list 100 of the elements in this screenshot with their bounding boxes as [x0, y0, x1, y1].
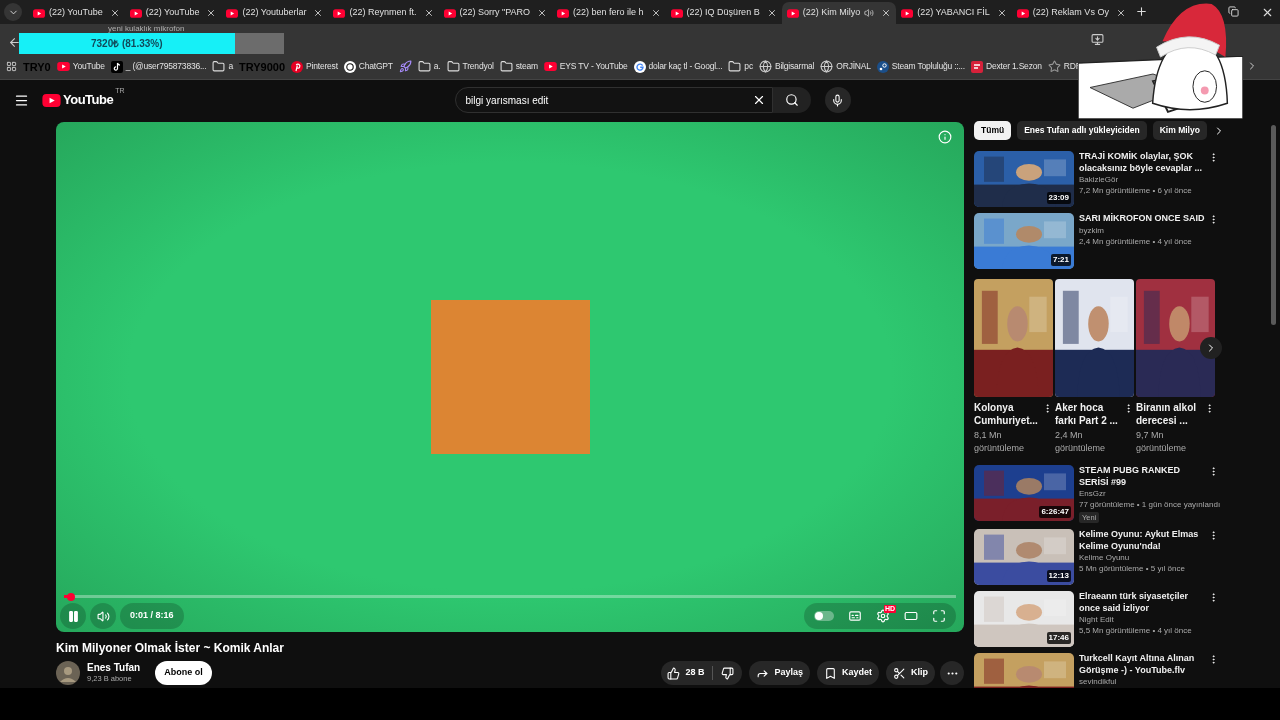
note-logo-icon — [110, 60, 123, 73]
restore-icon[interactable] — [1228, 6, 1239, 17]
browser-tab[interactable]: (22) Sorry "PARO — [438, 2, 553, 24]
save-button[interactable]: Kaydet — [817, 661, 879, 685]
goal-label: yeni kulaklık mikrofon — [108, 24, 185, 33]
bookmark[interactable]: ORJİNAL — [820, 60, 871, 73]
tab-title: (22) YouTube — [145, 6, 200, 20]
bookmark[interactable]: EYS TV - YouTube — [543, 60, 628, 73]
filter-chip[interactable]: Tümü — [974, 121, 1012, 140]
close-icon[interactable] — [109, 8, 120, 18]
short-title[interactable]: Biranın alkol derecesi ... — [1136, 401, 1204, 427]
pause-button[interactable] — [60, 603, 86, 629]
subtitles-icon[interactable] — [848, 609, 862, 623]
apps-icon[interactable] — [6, 61, 17, 72]
bookmark[interactable]: pc — [728, 60, 753, 73]
globe-icon — [758, 60, 772, 73]
tab-title: (22) Kim Milyo — [802, 6, 861, 20]
thumbs-down-icon — [721, 666, 735, 680]
close-icon[interactable] — [423, 8, 434, 18]
tab-title: (22) Reynmen ft. — [349, 6, 417, 20]
browser-tab[interactable]: (22) Youtuberlar — [221, 2, 329, 24]
browser-tab[interactable]: (22) YouTube — [124, 2, 222, 24]
browser-tab[interactable]: (22) YABANCI FİL — [896, 2, 1012, 24]
bookmark[interactable]: ChatGPT — [343, 60, 393, 73]
bookmark[interactable] — [398, 60, 412, 73]
bookmark[interactable]: Trendyol — [446, 60, 494, 73]
bookmark[interactable]: dolar kaç tl - Googl... — [633, 60, 723, 73]
close-icon[interactable] — [313, 8, 324, 18]
video-title[interactable]: Turkcell Kayıt Altına Alınan Görüşme -) - YouTube.flv — [1079, 653, 1205, 677]
info-icon[interactable] — [938, 130, 952, 144]
channel-name[interactable]: EnsGzr — [1079, 489, 1219, 499]
bookmark[interactable]: a. — [417, 60, 441, 73]
video-title[interactable]: SARI MİKROFON ONCE SAID — [1079, 213, 1205, 225]
browser-tab[interactable]: (22) YouTube — [28, 2, 125, 24]
close-icon[interactable] — [766, 8, 777, 18]
close-icon[interactable] — [650, 8, 661, 18]
browser-tab[interactable]: (22) IQ Düşüren B — [665, 2, 782, 24]
channel-name[interactable]: sevindikful — [1079, 677, 1219, 688]
bookmark[interactable]: Steam Topluluğu ::... — [876, 60, 965, 73]
bookmark[interactable]: Dexter 1.Sezon — [970, 60, 1042, 73]
close-window-icon[interactable] — [1261, 6, 1274, 19]
bookmark[interactable]: Bilgisarmal — [758, 60, 815, 73]
browser-tab[interactable]: (22) Kim Milyo — [781, 2, 897, 24]
fullscreen-icon[interactable] — [932, 609, 946, 623]
filter-chip[interactable]: Kim Milyo — [1152, 121, 1207, 140]
video-title[interactable]: Kelime Oyunu: Aykut Elmas Kelime Oyunu'nda! — [1079, 529, 1205, 553]
bookmark[interactable]: Pinterest — [291, 60, 338, 73]
video-title[interactable]: TRAJİ KOMİK olaylar, ŞOK olacaksınız böyle cevaplar ... — [1079, 151, 1205, 174]
browser-tab[interactable]: (22) Reklam Vs Oy — [1011, 2, 1131, 24]
theater-icon[interactable] — [904, 609, 918, 623]
short-title[interactable]: Aker hoca farkı Part 2 ... — [1055, 401, 1123, 427]
tab-title: (22) Sorry "PARO — [459, 6, 531, 20]
video-title: Kim Milyoner Olmak İster ~ Komik Anlar — [56, 641, 285, 655]
mic-icon — [831, 93, 845, 107]
speaker-icon[interactable] — [864, 8, 875, 18]
close-icon[interactable] — [996, 8, 1007, 18]
channel-name[interactable]: Night Edit — [1079, 615, 1219, 626]
tab-list-button[interactable] — [4, 3, 22, 21]
subscribe-button[interactable]: Abone ol — [155, 661, 212, 685]
play-logo-icon — [129, 8, 142, 18]
share-button[interactable]: Paylaş — [749, 661, 810, 685]
scrubber-handle[interactable] — [67, 592, 76, 601]
bookmark[interactable]: _ (@user795873836... — [110, 60, 207, 73]
search-field[interactable]: bilgi yarısması edit — [454, 87, 773, 113]
settings-icon[interactable] — [876, 609, 890, 623]
channel-name[interactable]: Enes Tufan — [87, 662, 141, 674]
autoplay-toggle[interactable] — [814, 611, 834, 621]
short-views: 2,4 Mn görüntüleme — [1055, 429, 1107, 455]
clip-button[interactable]: Klip — [886, 661, 935, 685]
next-button[interactable] — [1200, 337, 1222, 359]
channel-avatar[interactable] — [56, 661, 80, 685]
close-icon[interactable] — [206, 8, 217, 18]
play-logo-icon — [670, 8, 683, 18]
scrollbar[interactable] — [1271, 125, 1276, 325]
search-button[interactable] — [772, 87, 811, 113]
video-title[interactable]: Elraeann türk siyasetçiler once said İzliyor — [1079, 591, 1205, 615]
close-icon[interactable] — [1115, 8, 1126, 18]
back-icon[interactable] — [8, 35, 21, 49]
close-icon[interactable] — [881, 8, 892, 18]
video-meta: 5 Mn görüntüleme • 5 yıl önce — [1079, 563, 1186, 575]
mic-button[interactable] — [824, 87, 851, 113]
video-title[interactable]: STEAM PUBG RANKED SERİSİ #99 — [1079, 465, 1205, 488]
short-title[interactable]: Kolonya Cumhuriyet... — [974, 401, 1042, 427]
bookmark[interactable]: a — [212, 60, 233, 73]
channel-name[interactable]: byzkim — [1079, 226, 1219, 236]
new-tab-icon[interactable] — [1134, 5, 1148, 18]
close-icon[interactable] — [537, 8, 548, 18]
more-button[interactable] — [940, 661, 964, 685]
filter-chip[interactable]: Enes Tufan adlı yükleyiciden — [1017, 121, 1147, 140]
browser-tab[interactable]: (22) Reynmen ft. — [328, 2, 439, 24]
channel-name[interactable]: BakizleGör — [1079, 175, 1219, 185]
browser-tab[interactable]: (22) ben fero ile h — [552, 2, 666, 24]
bookmark[interactable]: YouTube — [56, 60, 105, 73]
progress-track[interactable] — [64, 595, 956, 598]
bookmark[interactable]: steam — [499, 60, 538, 73]
install-icon[interactable] — [1091, 32, 1104, 46]
volume-button[interactable] — [90, 603, 116, 629]
channel-name[interactable]: Kelime Oyunu — [1079, 553, 1219, 564]
menu-icon[interactable] — [14, 92, 29, 108]
like-button[interactable]: 28 B — [661, 666, 714, 680]
